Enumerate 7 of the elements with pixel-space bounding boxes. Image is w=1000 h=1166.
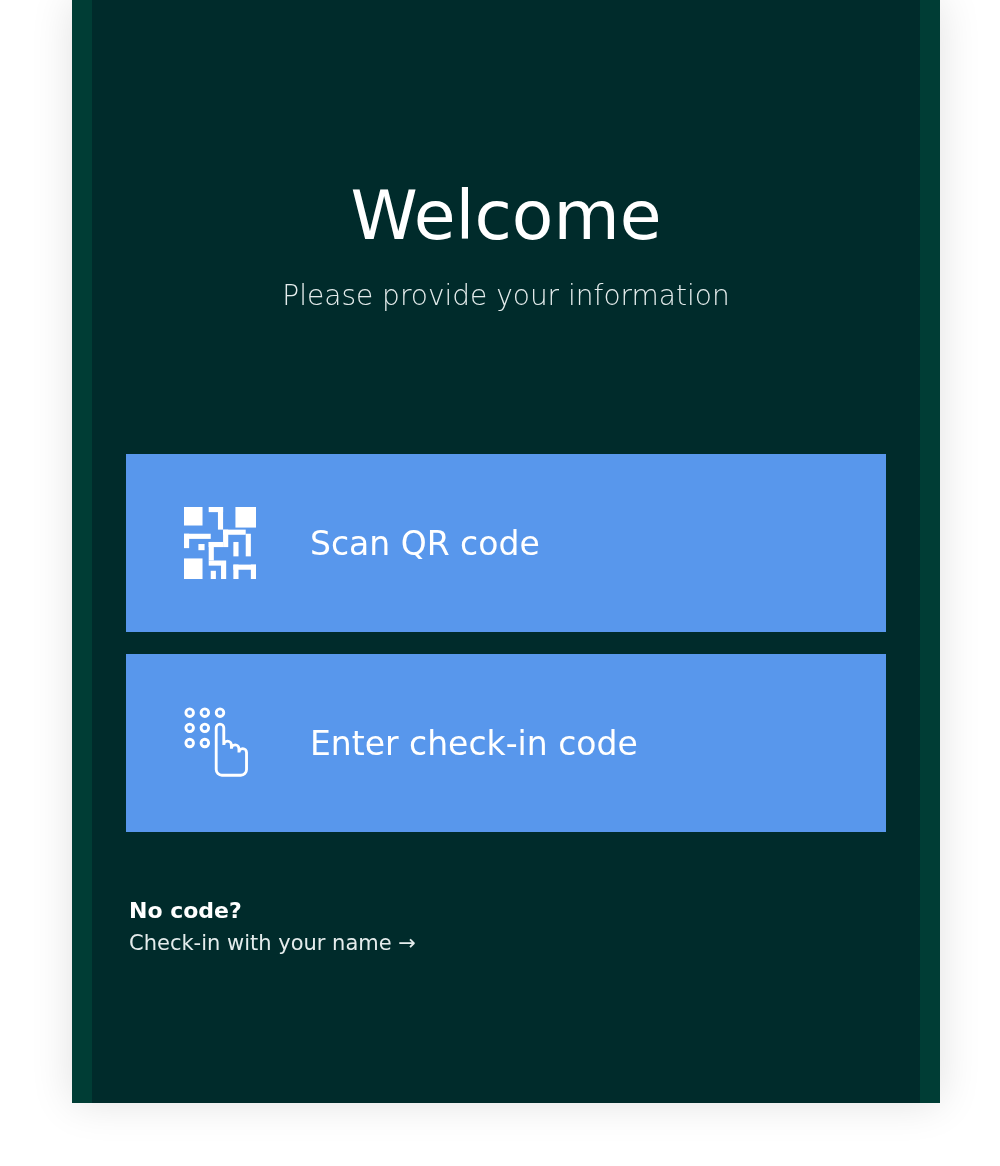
subtitle: Please provide your information	[282, 278, 730, 314]
welcome-title: Welcome	[350, 176, 662, 256]
scan-qr-button[interactable]: Scan QR code	[126, 454, 886, 632]
name-check-in-link[interactable]: Check-in with your name →	[129, 931, 416, 955]
no-code-heading: No code?	[129, 898, 243, 923]
qr-code-icon	[184, 507, 256, 579]
enter-code-button[interactable]: Enter check-in code	[126, 654, 886, 832]
